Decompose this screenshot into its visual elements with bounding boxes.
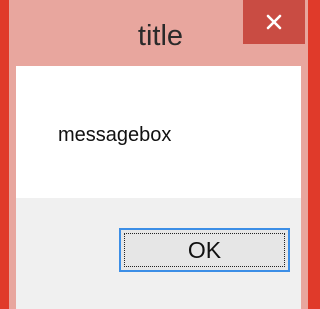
- message-text: messagebox: [58, 124, 172, 146]
- message-area: messagebox: [16, 66, 301, 198]
- dialog-body: messagebox OK: [16, 66, 301, 309]
- message-box-dialog: title messagebox OK: [9, 0, 308, 309]
- ok-button-label: OK: [187, 237, 222, 263]
- title-bar[interactable]: title: [9, 0, 308, 64]
- close-icon: [266, 14, 282, 30]
- close-button[interactable]: [243, 0, 305, 44]
- ok-button[interactable]: OK: [119, 228, 290, 272]
